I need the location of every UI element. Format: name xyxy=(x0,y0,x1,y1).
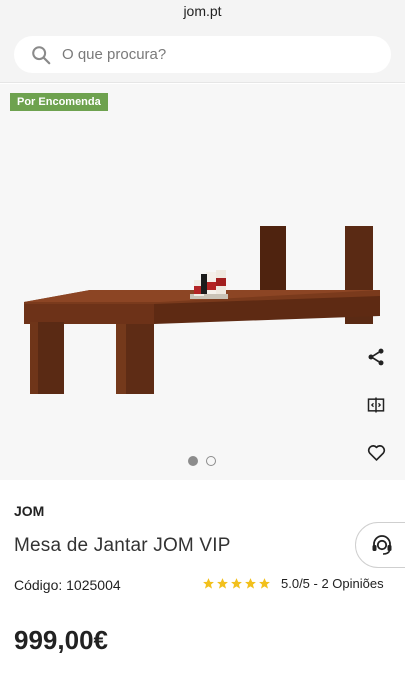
product-title: Mesa de Jantar JOM VIP xyxy=(14,535,231,556)
star-icon xyxy=(245,578,256,589)
site-header xyxy=(0,22,405,83)
product-price: 999,00€ xyxy=(14,625,108,655)
product-image-gallery[interactable]: Por Encomenda xyxy=(0,84,405,480)
gallery-dot-2[interactable] xyxy=(206,456,216,466)
rating-stars xyxy=(202,577,271,590)
share-button[interactable] xyxy=(362,343,390,371)
star-icon xyxy=(231,578,242,589)
search-bar[interactable] xyxy=(14,36,391,73)
product-rating[interactable]: 5.0/5 - 2 Opiniões xyxy=(202,576,384,591)
support-chat-button[interactable] xyxy=(355,522,405,568)
browser-url-bar[interactable]: jom.pt xyxy=(0,0,405,22)
availability-badge: Por Encomenda xyxy=(10,93,108,111)
support-agent-icon xyxy=(372,535,392,555)
share-icon xyxy=(368,348,384,366)
rating-text: 5.0/5 - 2 Opiniões xyxy=(281,576,384,591)
star-icon xyxy=(203,578,214,589)
star-icon xyxy=(259,578,270,589)
star-icon xyxy=(217,578,228,589)
browser-url: jom.pt xyxy=(183,3,222,19)
compare-button[interactable] xyxy=(362,391,390,419)
gallery-pagination xyxy=(188,456,216,466)
gallery-dot-1[interactable] xyxy=(188,456,198,466)
search-input[interactable] xyxy=(62,46,342,63)
product-code: Código: 1025004 xyxy=(14,577,121,593)
wishlist-button[interactable] xyxy=(362,438,390,466)
heart-icon xyxy=(367,444,385,461)
compare-icon xyxy=(367,397,385,413)
product-brand[interactable]: JOM xyxy=(14,503,44,519)
search-icon xyxy=(32,45,51,64)
product-image xyxy=(24,226,380,394)
